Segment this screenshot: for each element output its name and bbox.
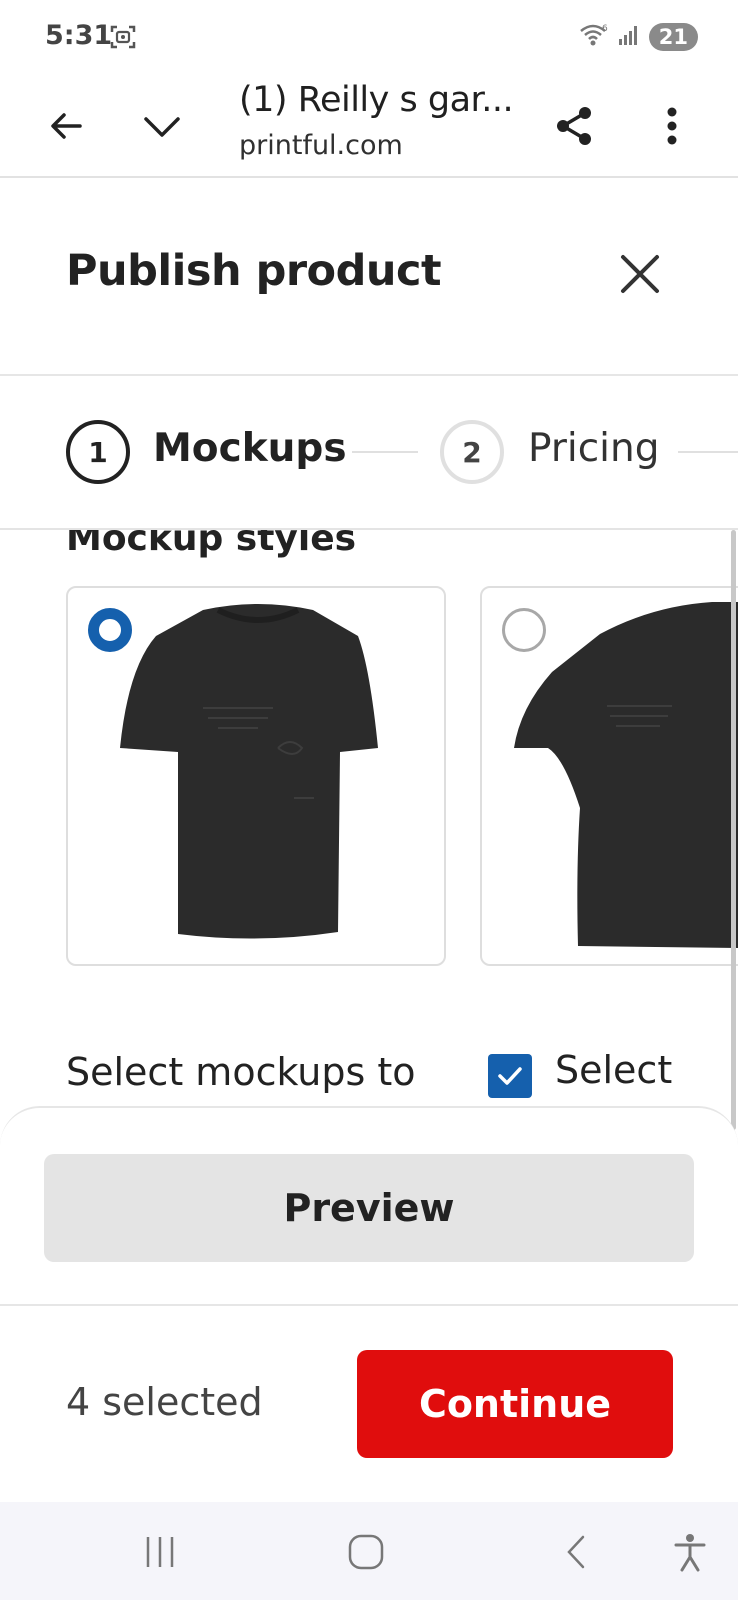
- select-mockups-text: Select mockups to: [66, 1050, 416, 1094]
- battery-indicator: 21: [648, 23, 698, 51]
- home-icon[interactable]: [338, 1524, 394, 1580]
- section-title: Mockup styles: [66, 530, 357, 559]
- mockup-style-card-front[interactable]: [66, 586, 446, 966]
- step-connector: [352, 451, 418, 453]
- select-all-checkbox[interactable]: [488, 1054, 532, 1098]
- status-bar: 5:31 6 21: [0, 0, 738, 76]
- modal-header: Publish product: [0, 178, 738, 376]
- step-2-label: Pricing: [528, 426, 660, 471]
- step-2-number: 2: [440, 420, 504, 484]
- system-nav-bar: [0, 1502, 738, 1600]
- step-connector: [678, 451, 738, 453]
- preview-button[interactable]: Preview: [44, 1154, 694, 1262]
- divider: [0, 1304, 738, 1306]
- mockup-content: Mockup styles Select mockups to Select: [0, 530, 738, 1110]
- continue-button[interactable]: Continue: [357, 1350, 673, 1458]
- status-icons: 6 21: [579, 22, 698, 52]
- select-all-label[interactable]: Select: [555, 1048, 672, 1092]
- more-vertical-icon[interactable]: [644, 98, 700, 154]
- mockup-style-card-model[interactable]: [480, 586, 738, 966]
- recents-icon[interactable]: [132, 1524, 188, 1580]
- screenshot-icon: [110, 24, 136, 50]
- checkmark-icon: [498, 1067, 522, 1085]
- back-icon[interactable]: [548, 1524, 604, 1580]
- step-1-label: Mockups: [153, 426, 347, 471]
- wifi-icon: 6: [579, 23, 609, 52]
- close-icon[interactable]: [610, 244, 670, 304]
- tshirt-front-image: [120, 604, 378, 939]
- step-1-number: 1: [66, 420, 130, 484]
- bottom-sheet: Preview 4 selected Continue: [0, 1106, 738, 1502]
- page-url[interactable]: printful.com: [239, 130, 403, 161]
- page-title[interactable]: (1) Reilly s gar...: [239, 80, 514, 120]
- tshirt-model-image: [514, 602, 738, 948]
- scrollbar[interactable]: [731, 530, 736, 1130]
- status-time: 5:31: [45, 20, 113, 51]
- modal-title: Publish product: [66, 246, 442, 296]
- browser-toolbar: (1) Reilly s gar... printful.com: [0, 76, 738, 178]
- chevron-down-icon[interactable]: [134, 98, 190, 154]
- svg-text:6: 6: [602, 24, 608, 34]
- progress-stepper: 1 Mockups 2 Pricing: [0, 376, 738, 530]
- accessibility-icon[interactable]: [662, 1524, 718, 1580]
- signal-icon: [617, 23, 641, 52]
- selected-count: 4 selected: [66, 1380, 263, 1424]
- arrow-left-icon[interactable]: [38, 98, 94, 154]
- share-icon[interactable]: [546, 98, 602, 154]
